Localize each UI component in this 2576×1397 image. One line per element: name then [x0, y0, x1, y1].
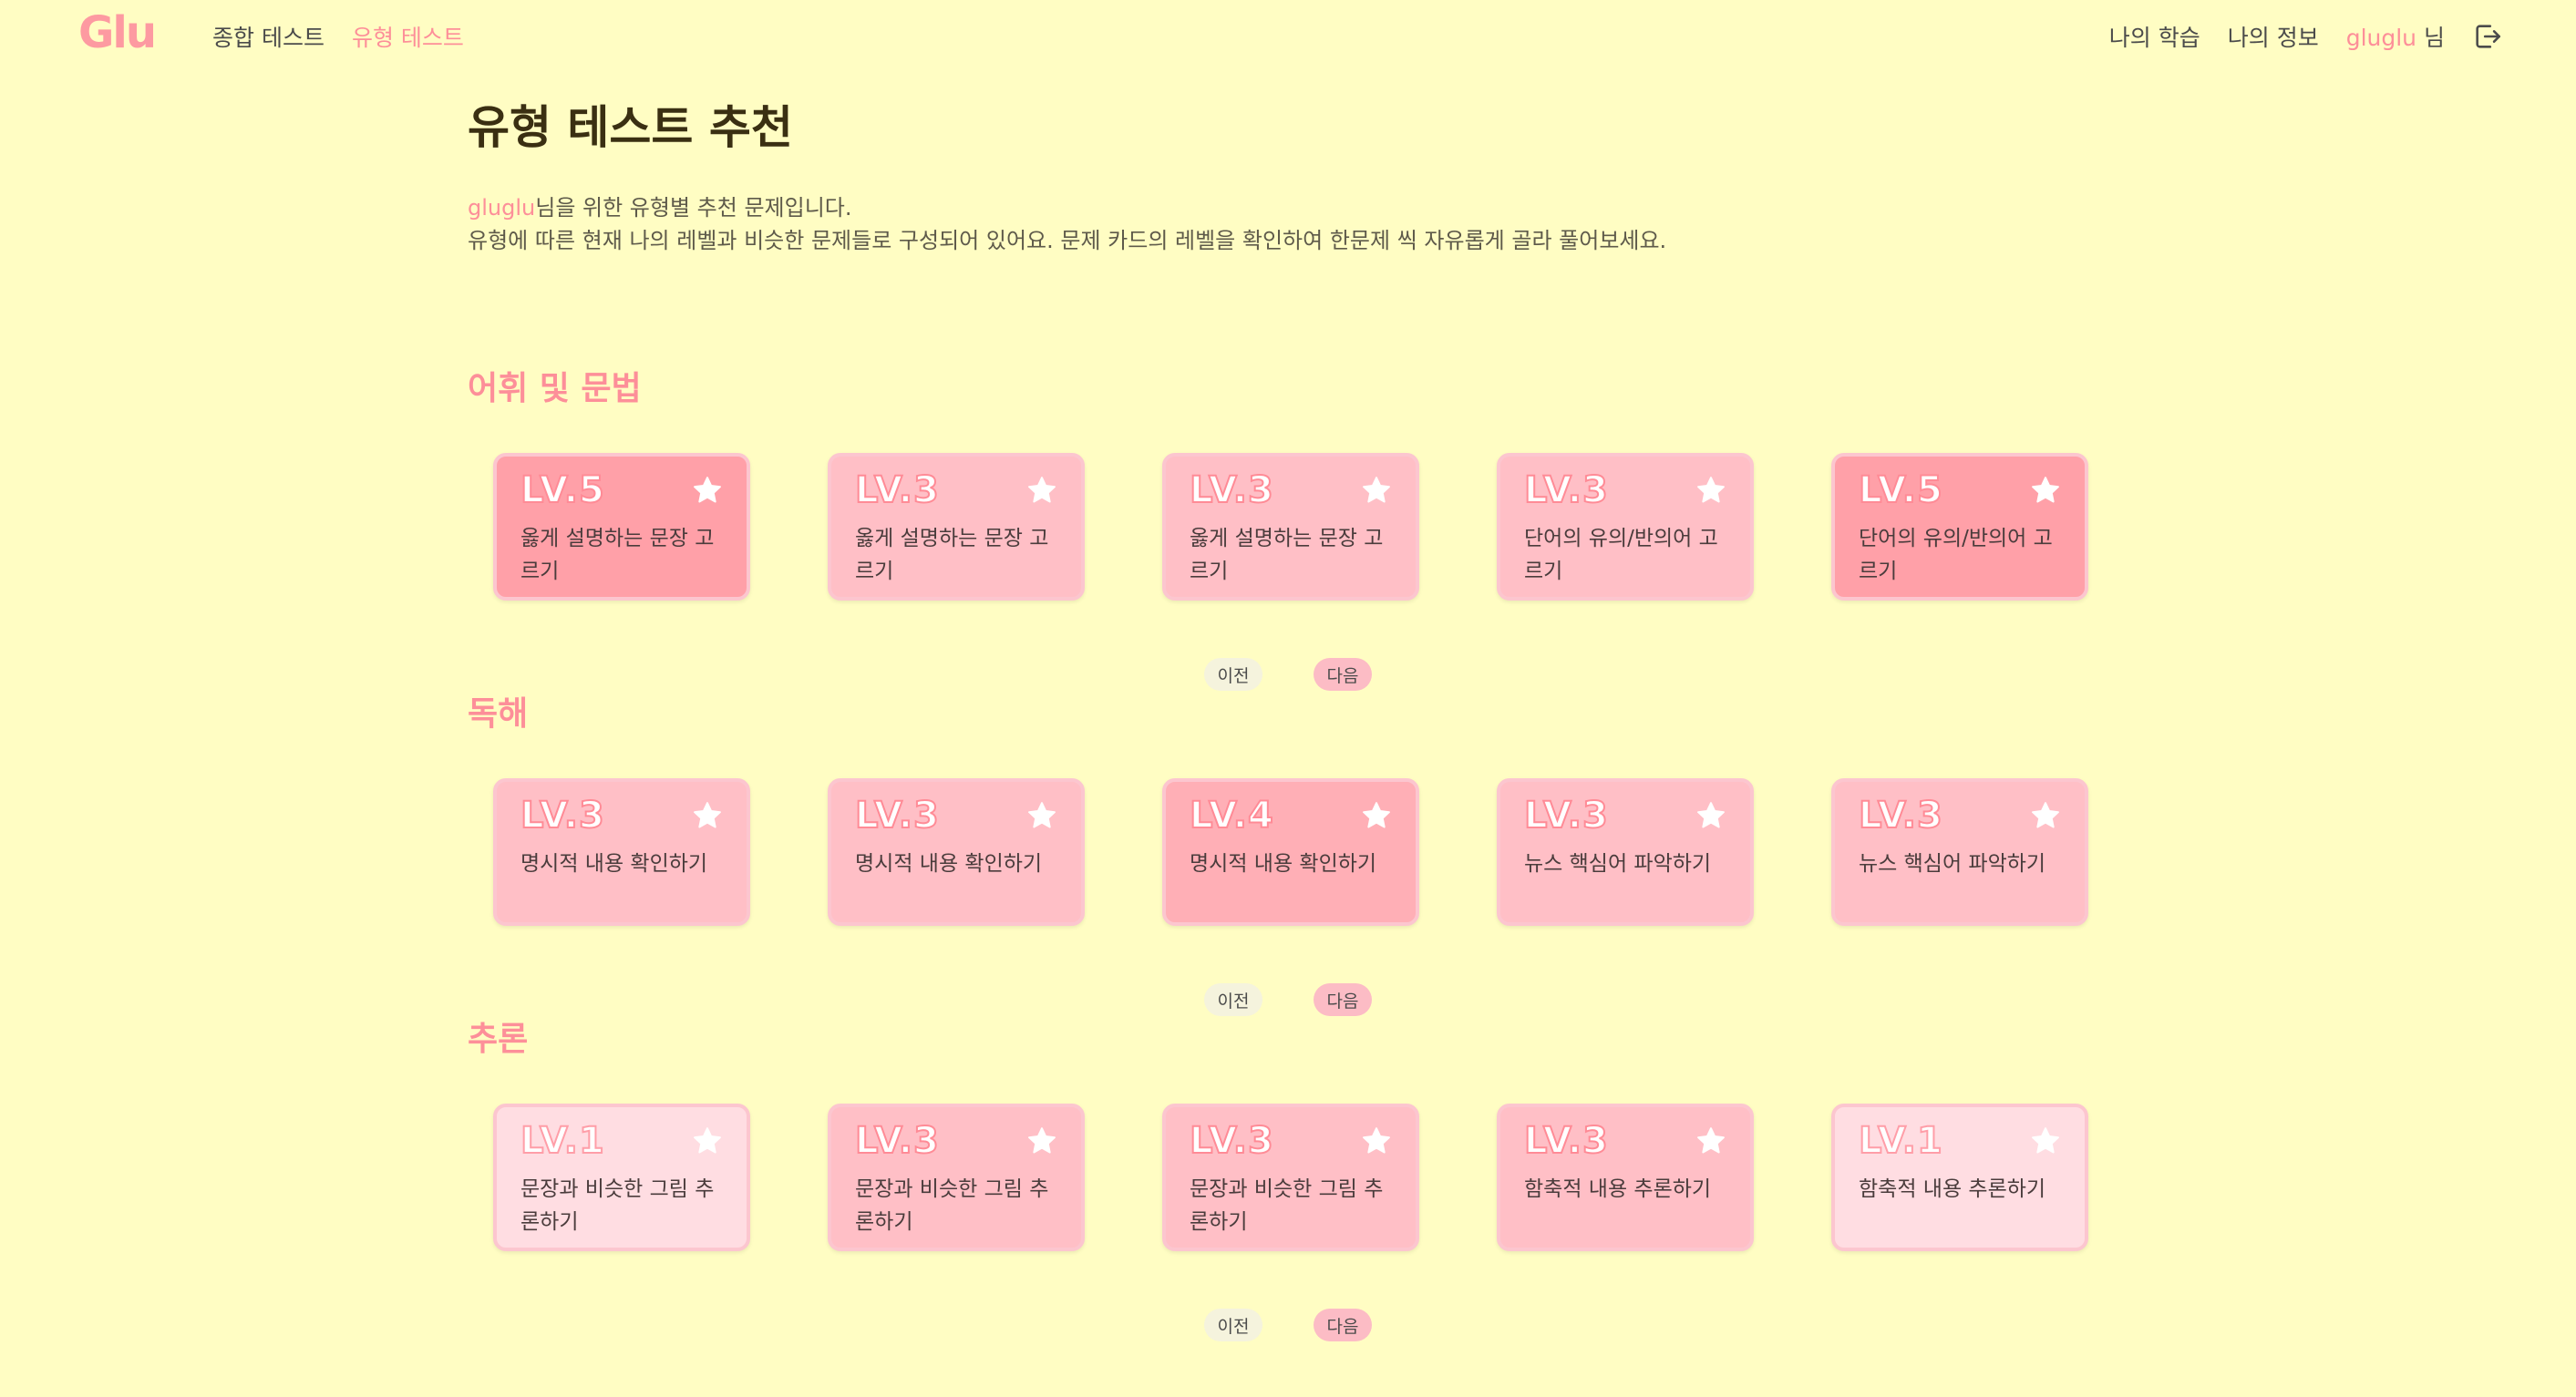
- star-icon[interactable]: [1026, 475, 1057, 506]
- card-title: 옳게 설명하는 문장 고르기: [1190, 527, 1384, 583]
- star-icon[interactable]: [1695, 800, 1726, 831]
- top-nav: Glu 종합 테스트 유형 테스트 나의 학습 나의 정보 gluglu 님: [0, 0, 2576, 71]
- description-line-1: gluglu님을 위한 유형별 추천 문제입니다.: [468, 191, 1666, 224]
- star-icon[interactable]: [1695, 1125, 1726, 1156]
- nav-link-comprehensive-test[interactable]: 종합 테스트: [212, 20, 325, 53]
- nav-link-type-test[interactable]: 유형 테스트: [352, 20, 464, 53]
- card-title: 명시적 내용 확인하기: [855, 852, 1043, 876]
- card-row: LV.3 명시적 내용 확인하기 LV.3 명시적 내용 확인하기 LV.4 명시적 내용…: [493, 778, 2088, 926]
- card-title: 명시적 내용 확인하기: [520, 852, 708, 876]
- card-title: 명시적 내용 확인하기: [1190, 852, 1377, 876]
- card-title: 옳게 설명하는 문장 고르기: [855, 527, 1049, 583]
- page-description: gluglu님을 위한 유형별 추천 문제입니다. 유형에 따른 현재 나의 레…: [468, 191, 1666, 257]
- card-title: 뉴스 핵심어 파악하기: [1524, 852, 1712, 876]
- logo[interactable]: Glu: [78, 7, 157, 58]
- star-icon[interactable]: [692, 1125, 723, 1156]
- pagination: 이전 다음: [1204, 658, 1372, 691]
- star-icon[interactable]: [1361, 800, 1392, 831]
- card-title: 옳게 설명하는 문장 고르기: [520, 527, 715, 583]
- prev-button[interactable]: 이전: [1204, 658, 1262, 691]
- star-icon[interactable]: [692, 475, 723, 506]
- section-title: 독해: [468, 695, 529, 733]
- problem-card[interactable]: LV.3 함축적 내용 추론하기: [1497, 1104, 1754, 1251]
- star-icon[interactable]: [2030, 800, 2061, 831]
- card-title: 문장과 비슷한 그림 추론하기: [520, 1177, 715, 1234]
- problem-card[interactable]: LV.1 함축적 내용 추론하기: [1831, 1104, 2088, 1251]
- logout-icon[interactable]: [2472, 21, 2503, 52]
- section-title: 추론: [468, 1021, 529, 1058]
- star-icon[interactable]: [1026, 800, 1057, 831]
- star-icon[interactable]: [1361, 475, 1392, 506]
- card-title: 문장과 비슷한 그림 추론하기: [855, 1177, 1049, 1234]
- card-title: 함축적 내용 추론하기: [1859, 1177, 2046, 1201]
- problem-card[interactable]: LV.3 명시적 내용 확인하기: [828, 778, 1085, 926]
- card-title: 함축적 내용 추론하기: [1524, 1177, 1712, 1201]
- card-row: LV.1 문장과 비슷한 그림 추론하기 LV.3 문장과 비슷한 그림 추론하기 LV…: [493, 1104, 2088, 1251]
- problem-card[interactable]: LV.5 옳게 설명하는 문장 고르기: [493, 453, 750, 601]
- section-title: 어휘 및 문법: [468, 370, 642, 407]
- problem-card[interactable]: LV.3 명시적 내용 확인하기: [493, 778, 750, 926]
- star-icon[interactable]: [2030, 475, 2061, 506]
- nav-link-my-study[interactable]: 나의 학습: [2109, 20, 2200, 53]
- user-suffix: 님: [2423, 25, 2445, 51]
- page-title: 유형 테스트 추천: [468, 101, 793, 154]
- nav-link-my-info[interactable]: 나의 정보: [2228, 20, 2319, 53]
- star-icon[interactable]: [692, 800, 723, 831]
- problem-card[interactable]: LV.3 뉴스 핵심어 파악하기: [1831, 778, 2088, 926]
- nav-user-area: 나의 학습 나의 정보 gluglu 님: [2109, 20, 2503, 53]
- star-icon[interactable]: [1695, 475, 1726, 506]
- card-title: 문장과 비슷한 그림 추론하기: [1190, 1177, 1384, 1234]
- problem-card[interactable]: LV.4 명시적 내용 확인하기: [1162, 778, 1419, 926]
- problem-card[interactable]: LV.3 단어의 유의/반의어 고르기: [1497, 453, 1754, 601]
- star-icon[interactable]: [2030, 1125, 2061, 1156]
- problem-card[interactable]: LV.3 뉴스 핵심어 파악하기: [1497, 778, 1754, 926]
- prev-button[interactable]: 이전: [1204, 983, 1262, 1016]
- user-greeting: gluglu 님: [2346, 20, 2445, 53]
- card-title: 단어의 유의/반의어 고르기: [1524, 527, 1718, 583]
- problem-card[interactable]: LV.3 옳게 설명하는 문장 고르기: [1162, 453, 1419, 601]
- card-title: 단어의 유의/반의어 고르기: [1859, 527, 2053, 583]
- pagination: 이전 다음: [1204, 983, 1372, 1016]
- problem-card[interactable]: LV.3 문장과 비슷한 그림 추론하기: [828, 1104, 1085, 1251]
- card-row: LV.5 옳게 설명하는 문장 고르기 LV.3 옳게 설명하는 문장 고르기 LV.3…: [493, 453, 2088, 601]
- star-icon[interactable]: [1361, 1125, 1392, 1156]
- problem-card[interactable]: LV.5 단어의 유의/반의어 고르기: [1831, 453, 2088, 601]
- card-title: 뉴스 핵심어 파악하기: [1859, 852, 2046, 876]
- description-user-name: gluglu: [468, 195, 536, 221]
- next-button[interactable]: 다음: [1314, 1309, 1372, 1341]
- pagination: 이전 다음: [1204, 1309, 1372, 1341]
- user-name: gluglu: [2345, 25, 2417, 51]
- prev-button[interactable]: 이전: [1204, 1309, 1262, 1341]
- next-button[interactable]: 다음: [1314, 983, 1372, 1016]
- problem-card[interactable]: LV.1 문장과 비슷한 그림 추론하기: [493, 1104, 750, 1251]
- description-line-1-text: 님을 위한 유형별 추천 문제입니다.: [535, 195, 852, 221]
- star-icon[interactable]: [1026, 1125, 1057, 1156]
- problem-card[interactable]: LV.3 문장과 비슷한 그림 추론하기: [1162, 1104, 1419, 1251]
- next-button[interactable]: 다음: [1314, 658, 1372, 691]
- problem-card[interactable]: LV.3 옳게 설명하는 문장 고르기: [828, 453, 1085, 601]
- description-line-2: 유형에 따른 현재 나의 레벨과 비슷한 문제들로 구성되어 있어요. 문제 카…: [468, 228, 1667, 253]
- nav-links: 종합 테스트 유형 테스트: [212, 20, 464, 53]
